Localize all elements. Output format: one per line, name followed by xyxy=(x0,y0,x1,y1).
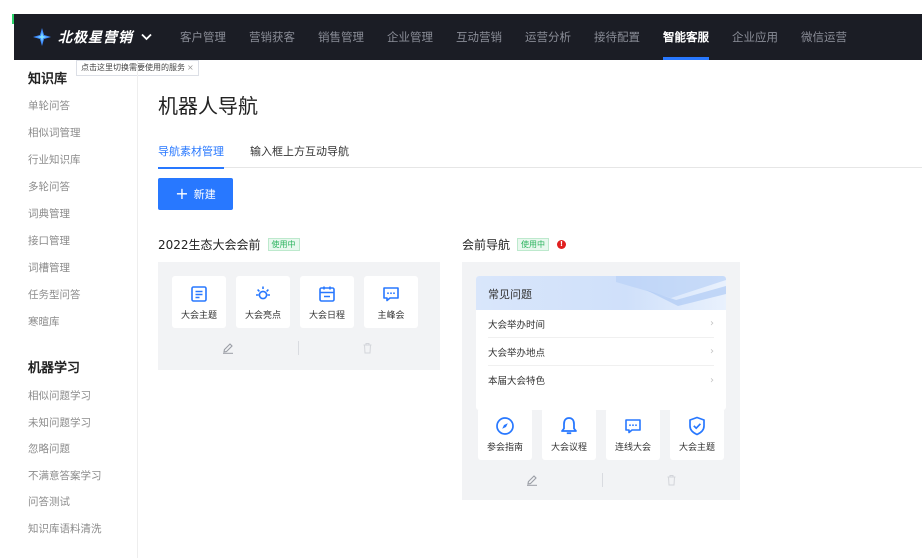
sidebar-item[interactable]: 相似词管理 xyxy=(28,125,81,140)
sidebar-item[interactable]: 寒暄库 xyxy=(28,314,60,329)
nav-tile-label: 大会主题 xyxy=(180,311,217,321)
sidebar-item[interactable]: 接口管理 xyxy=(28,233,70,248)
nav-item[interactable]: 客户管理 xyxy=(180,14,226,60)
page-title: 机器人导航 xyxy=(158,94,258,118)
nav-tile[interactable]: 大会亮点 xyxy=(236,276,290,328)
tab[interactable]: 输入框上方互动导航 xyxy=(250,144,349,168)
top-bar: 北极星营销 客户管理 营销获客 销售管理 企业管理 互动营销 运营分析 接待配置 智能客服 企业… xyxy=(0,0,922,64)
faq-card: 常见问题 大会举办时间 › 大会举办地点 › 本届大会特色 › xyxy=(476,276,726,410)
nav-tile[interactable]: 主峰会 xyxy=(364,276,418,328)
tab[interactable]: 导航素材管理 xyxy=(158,144,224,169)
divider xyxy=(602,473,603,487)
chevron-right-icon: › xyxy=(710,318,714,329)
chevron-down-icon[interactable] xyxy=(141,30,152,44)
chevron-right-icon: › xyxy=(710,346,714,357)
card-title: 2022生态大会会前 xyxy=(158,238,261,252)
faq-item[interactable]: 大会举办地点 › xyxy=(488,338,714,366)
shield-check-icon xyxy=(688,416,706,436)
nav-tile-label: 连线大会 xyxy=(614,443,651,453)
nav-item[interactable]: 互动营销 xyxy=(456,14,502,60)
nav-tile-label: 主峰会 xyxy=(377,311,405,321)
bell-icon xyxy=(560,416,578,436)
nav-item[interactable]: 接待配置 xyxy=(594,14,640,60)
chat-icon xyxy=(624,416,642,436)
status-badge: 使用中 xyxy=(517,238,550,251)
nav-tile[interactable]: 大会主题 xyxy=(670,408,724,460)
sidebar-item[interactable]: 多轮问答 xyxy=(28,179,70,194)
nav-item[interactable]: 运营分析 xyxy=(525,14,571,60)
new-button-label: 新建 xyxy=(193,188,216,201)
nav-item[interactable]: 销售管理 xyxy=(318,14,364,60)
nav-item[interactable]: 企业应用 xyxy=(732,14,778,60)
nav-tile-label: 参会指南 xyxy=(486,443,523,453)
plus-icon: + xyxy=(175,184,189,203)
nav-tile[interactable]: 大会议程 xyxy=(542,408,596,460)
sidebar-item[interactable]: 未知问题学习 xyxy=(28,415,91,430)
faq-item-label: 大会举办地点 xyxy=(488,347,546,359)
nav-tile-label: 大会日程 xyxy=(308,311,345,321)
nav-tile-label: 大会议程 xyxy=(550,443,587,453)
nav-item[interactable]: 企业管理 xyxy=(387,14,433,60)
sidebar-item[interactable]: 知识库语料清洗 xyxy=(28,521,102,536)
faq-item-label: 本届大会特色 xyxy=(488,376,546,387)
faq-title: 常见问题 xyxy=(488,288,532,301)
nav-item[interactable]: 智能客服 xyxy=(663,14,709,60)
edit-icon[interactable] xyxy=(222,342,234,357)
main-nav: 客户管理 营销获客 销售管理 企业管理 互动营销 运营分析 接待配置 智能客服 企业应用 微信运营 xyxy=(180,14,870,60)
faq-item-label: 大会举办时间 xyxy=(488,319,546,331)
warning-icon[interactable]: ! xyxy=(557,240,567,249)
sidebar: 知识库单轮问答相似词管理行业知识库多轮问答词典管理接口管理词槽管理任务型问答寒暄… xyxy=(14,60,138,558)
sun-icon xyxy=(253,284,273,304)
faq-header: 常见问题 xyxy=(476,276,726,310)
faq-list: 大会举办时间 › 大会举办地点 › 本届大会特色 › xyxy=(476,310,726,394)
sidebar-item[interactable]: 词典管理 xyxy=(28,206,70,221)
brand-switcher[interactable]: 北极星营销 xyxy=(32,27,180,47)
decorative-banner-icon xyxy=(616,276,726,306)
edit-icon[interactable] xyxy=(526,474,538,489)
nav-tile[interactable]: 大会日程 xyxy=(300,276,354,328)
sidebar-item[interactable]: 相似问题学习 xyxy=(28,388,91,403)
nav-card-1[interactable]: 大会主题 大会亮点 大会日程 主峰会 xyxy=(158,262,440,370)
nav-tile-label: 大会亮点 xyxy=(244,311,281,321)
nav-tile[interactable]: 连线大会 xyxy=(606,408,660,460)
top-nav: 北极星营销 客户管理 营销获客 销售管理 企业管理 互动营销 运营分析 接待配置 智能客服 企业… xyxy=(14,14,922,60)
sidebar-item[interactable]: 行业知识库 xyxy=(28,152,81,167)
star-logo-icon xyxy=(33,28,51,46)
document-icon xyxy=(190,284,208,304)
card-title: 会前导航 xyxy=(462,238,511,252)
sidebar-item[interactable]: 不满意答案学习 xyxy=(28,468,102,483)
faq-item[interactable]: 大会举办时间 › xyxy=(488,310,714,338)
sidebar-group-title: 机器学习 xyxy=(28,361,81,376)
brand-name: 北极星营销 xyxy=(58,30,133,46)
sidebar-item[interactable]: 单轮问答 xyxy=(28,98,70,113)
sidebar-item[interactable]: 忽略问题 xyxy=(28,441,70,456)
sidebar-item[interactable]: 任务型问答 xyxy=(28,287,81,302)
main-content: 机器人导航 导航素材管理 输入框上方互动导航 + 新建 2022生态大会会前 使用… xyxy=(140,64,922,558)
status-badge: 使用中 xyxy=(267,238,300,251)
chevron-right-icon: › xyxy=(710,374,714,386)
compass-icon xyxy=(495,416,515,436)
faq-item[interactable]: 本届大会特色 › xyxy=(488,366,714,394)
nav-item[interactable]: 营销获客 xyxy=(249,14,295,60)
card-header-2: 会前导航 使用中 ! xyxy=(462,236,567,253)
calendar-icon xyxy=(318,284,336,304)
delete-icon[interactable] xyxy=(666,474,677,489)
new-button[interactable]: + 新建 xyxy=(158,178,233,210)
tab-bar: 导航素材管理 输入框上方互动导航 xyxy=(158,144,922,169)
nav-card-2[interactable]: 常见问题 大会举办时间 › 大会举办地点 › 本届大会特色 › 参会指南 大会议程 连线大会 大… xyxy=(462,262,740,500)
sidebar-group-title: 知识库 xyxy=(28,72,68,87)
sidebar-item[interactable]: 词槽管理 xyxy=(28,260,70,275)
divider xyxy=(298,341,299,355)
chat-icon xyxy=(382,284,400,304)
nav-tile[interactable]: 参会指南 xyxy=(478,408,532,460)
nav-item[interactable]: 微信运营 xyxy=(801,14,847,60)
card-header-1: 2022生态大会会前 使用中 xyxy=(158,236,300,253)
delete-icon[interactable] xyxy=(362,342,373,357)
nav-tile[interactable]: 大会主题 xyxy=(172,276,226,328)
nav-tile-label: 大会主题 xyxy=(678,443,715,453)
sidebar-item[interactable]: 问答测试 xyxy=(28,494,70,509)
